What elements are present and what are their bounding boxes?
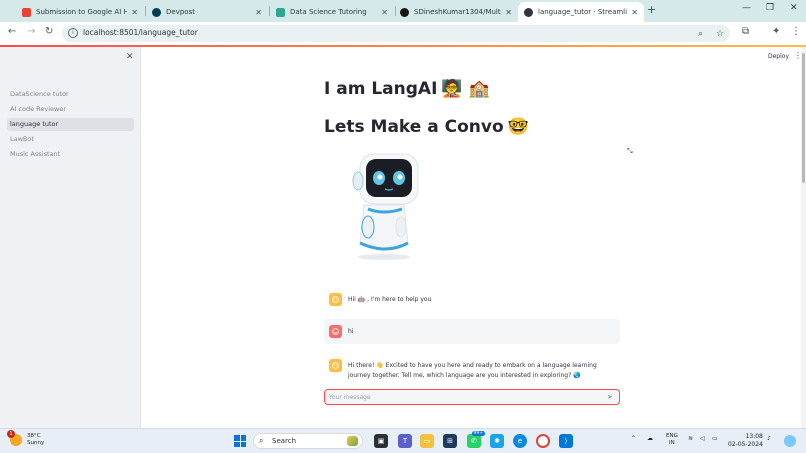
- zoom-icon[interactable]: ⌕: [698, 29, 703, 39]
- robot-image: [352, 153, 419, 260]
- message-text: hi: [348, 328, 354, 335]
- notification-badge: 1: [7, 430, 15, 438]
- sun-icon: 1: [7, 430, 22, 446]
- windows-taskbar: 1 38°C Sunny ⌕ Search ▣ T ▭ ⊞ ✆ 99+ ✺ e ⟩ …: [0, 428, 806, 453]
- close-icon[interactable]: ✕: [131, 8, 138, 17]
- bot-avatar-icon: [329, 359, 342, 372]
- chat-message-assistant: Hii 🤖 , I'm here to help you: [324, 287, 620, 312]
- sidebar-item-datascience-tutor[interactable]: DataScience tutor: [7, 88, 134, 101]
- language-indicator[interactable]: ENG IN: [666, 433, 678, 447]
- chevron-up-icon[interactable]: ⌃: [631, 435, 636, 442]
- main-content: Deploy ⋮ I am LangAI 🧑‍🏫 🏫 Lets Make a Co…: [141, 47, 806, 428]
- send-icon[interactable]: ➤: [607, 393, 613, 401]
- copilot-tray-icon[interactable]: [784, 435, 796, 447]
- tutoring-icon: [276, 7, 285, 17]
- sidebar-item-language-tutor[interactable]: language tutor: [7, 118, 134, 131]
- tab-devpost[interactable]: Devpost ✕: [146, 2, 268, 22]
- browser-window: Submission to Google AI Hacka ✕ Devpost …: [0, 0, 806, 453]
- url-text[interactable]: localhost:8501/language_tutor: [83, 28, 198, 37]
- gmail-icon: [22, 7, 31, 17]
- devpost-icon: [152, 7, 161, 17]
- new-tab-button[interactable]: +: [647, 3, 656, 16]
- battery-icon[interactable]: ▭: [712, 435, 718, 442]
- close-icon[interactable]: ✕: [255, 8, 262, 17]
- site-info-icon[interactable]: i: [68, 28, 78, 38]
- sidebar-item-ai-code-reviewer[interactable]: AI code Reviewer: [7, 103, 134, 116]
- close-icon[interactable]: ✕: [126, 52, 134, 62]
- extensions-icon[interactable]: ⧉: [742, 26, 749, 37]
- sidebar: ✕ DataScience tutor AI code Reviewer lan…: [0, 47, 141, 428]
- minimize-icon[interactable]: —: [742, 3, 751, 13]
- tab-language-tutor[interactable]: language_tutor · Streamlit ✕: [518, 2, 644, 22]
- whatsapp-badge: 99+: [471, 431, 485, 436]
- message-text: Hii 🤖 , I'm here to help you: [348, 296, 432, 303]
- sidebar-item-music-assistant[interactable]: Music Assistant: [7, 148, 134, 161]
- profile-icon[interactable]: ✦: [772, 26, 780, 37]
- weather-widget[interactable]: 1 38°C Sunny: [7, 430, 45, 447]
- restore-icon[interactable]: ❐: [766, 3, 774, 13]
- edge-icon[interactable]: e: [513, 434, 527, 448]
- search-highlight-icon: [347, 436, 358, 446]
- reload-icon[interactable]: ↻: [45, 26, 53, 37]
- sidebar-item-lawbot[interactable]: LawBot: [7, 133, 134, 146]
- tab-gmail[interactable]: Submission to Google AI Hacka ✕: [16, 2, 144, 22]
- weather-desc: Sunny: [27, 440, 45, 446]
- volume-icon[interactable]: ◁: [700, 435, 705, 442]
- close-icon[interactable]: ✕: [631, 8, 638, 17]
- back-arrow-icon[interactable]: ←: [8, 26, 16, 37]
- streamlit-icon: [524, 7, 533, 17]
- close-icon[interactable]: ✕: [381, 8, 388, 17]
- tab-data-science-tutoring[interactable]: Data Science Tutoring ✕: [270, 2, 394, 22]
- chat-message-input[interactable]: [329, 392, 599, 403]
- chat-message-user: hi: [324, 319, 620, 344]
- page-title: I am LangAI 🧑‍🏫 🏫: [324, 79, 490, 99]
- whatsapp-icon[interactable]: ✆ 99+: [467, 431, 485, 448]
- resize-cursor-icon: ⤡: [627, 147, 633, 155]
- store-icon[interactable]: ⊞: [443, 434, 457, 448]
- chrome-icon[interactable]: [536, 434, 550, 448]
- vscode-icon[interactable]: ⟩: [559, 434, 573, 448]
- notification-bell-icon[interactable]: ♪: [767, 435, 771, 442]
- tab-strip: Submission to Google AI Hacka ✕ Devpost …: [0, 0, 806, 22]
- close-window-icon[interactable]: ✕: [790, 3, 798, 13]
- teams-icon[interactable]: T: [398, 434, 412, 448]
- task-view-icon[interactable]: ▣: [374, 434, 388, 448]
- address-bar[interactable]: i localhost:8501/language_tutor ⌕ ☆: [62, 25, 730, 42]
- clock[interactable]: 13:08 02-05-2024: [728, 433, 763, 449]
- copilot-icon[interactable]: ✺: [490, 434, 504, 448]
- tab-github[interactable]: SDineshKumar1304/MultiAssis ✕: [394, 2, 518, 22]
- forward-arrow-icon[interactable]: →: [27, 26, 35, 37]
- file-explorer-icon[interactable]: ▭: [420, 434, 434, 448]
- weather-temp: 38°C: [27, 433, 41, 439]
- browser-toolbar: ← → ↻ i localhost:8501/language_tutor ⌕ …: [0, 22, 806, 45]
- close-icon[interactable]: ✕: [505, 8, 512, 17]
- windows-start-icon[interactable]: [234, 435, 246, 447]
- deploy-button[interactable]: Deploy: [768, 53, 789, 60]
- message-text: Hi there! 👋 Excited to have you here and…: [348, 362, 597, 379]
- page-scrollbar[interactable]: [801, 47, 806, 428]
- chat-input-box[interactable]: ➤: [324, 389, 620, 405]
- github-icon: [400, 7, 409, 17]
- user-avatar-icon: [329, 325, 342, 338]
- browser-menu-icon[interactable]: ⋮: [791, 26, 801, 37]
- nerd-face-emoji: 🤓: [507, 117, 529, 137]
- bot-avatar-icon: [329, 293, 342, 306]
- chat-message-assistant: Hi there! 👋 Excited to have you here and…: [324, 353, 620, 387]
- wifi-icon[interactable]: ≋: [688, 435, 693, 442]
- taskbar-search[interactable]: ⌕ Search: [253, 433, 363, 449]
- cloud-icon[interactable]: ☁: [647, 435, 653, 442]
- scrollbar-thumb[interactable]: [802, 53, 805, 183]
- page-subtitle: Lets Make a Convo 🤓: [324, 117, 529, 137]
- teacher-school-emoji: 🧑‍🏫 🏫: [441, 79, 490, 99]
- bookmark-star-icon[interactable]: ☆: [716, 29, 724, 39]
- search-icon: ⌕: [259, 436, 264, 445]
